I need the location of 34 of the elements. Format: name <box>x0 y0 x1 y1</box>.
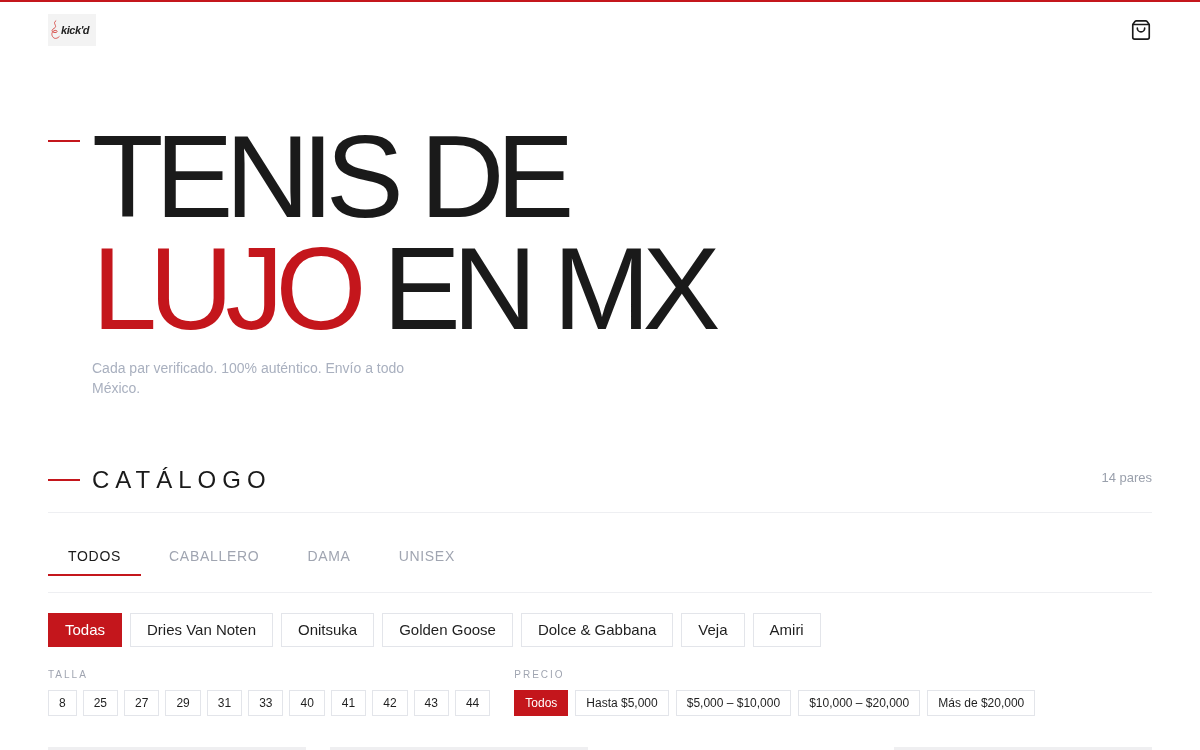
swirl-icon <box>50 19 60 41</box>
shopping-bag-icon[interactable] <box>1130 19 1152 41</box>
filter-chip[interactable]: Más de $20,000 <box>927 690 1036 716</box>
filter-chip[interactable]: 27 <box>124 690 160 716</box>
filter-chip[interactable]: 31 <box>206 690 243 716</box>
filter-chip[interactable]: Hasta $5,000 <box>575 690 669 716</box>
filter-label: TALLA <box>48 668 89 682</box>
filter-chip[interactable]: Todas <box>48 613 123 647</box>
filter-chip[interactable]: $5,000 – $10,000 <box>675 690 792 716</box>
filter-chip[interactable]: $10,000 – $20,000 <box>798 690 921 716</box>
filter-chip[interactable]: Onitsuka <box>281 613 375 647</box>
hero-heading: TENIS DE LUJO EN MX <box>92 121 722 345</box>
section-title: CATÁLOGO <box>92 465 272 495</box>
filter-chip[interactable]: 40 <box>289 690 325 716</box>
logo[interactable]: kick'd <box>48 14 96 46</box>
filter-label: PRECIO <box>514 668 566 682</box>
category-tab[interactable]: TODOS <box>48 537 142 576</box>
filter-chip[interactable]: 44 <box>454 690 491 716</box>
filter-chip[interactable]: 25 <box>82 690 119 716</box>
filter-chip[interactable]: 42 <box>372 690 408 716</box>
filter-chip[interactable]: 8 <box>48 690 77 716</box>
item-count: 14 pares <box>1101 469 1152 488</box>
filter-chip[interactable]: Dolce & Gabbana <box>520 613 674 647</box>
filter-chip[interactable]: 41 <box>330 690 367 716</box>
filter-chip[interactable]: Amiri <box>752 613 821 647</box>
filter-chip[interactable]: Veja <box>681 613 745 647</box>
hero-subtitle: Cada par verificado. 100% auténtico. Envío a todo México. <box>92 359 406 398</box>
filter-chip[interactable]: 33 <box>248 690 284 716</box>
filter-chip[interactable]: Dries Van Noten <box>130 613 273 647</box>
logo-text: kick'd <box>61 24 90 36</box>
filter-chip[interactable]: 43 <box>413 690 449 716</box>
filter-chip[interactable]: Golden Goose <box>382 613 513 647</box>
filter-chip[interactable]: 29 <box>165 690 201 716</box>
filter-chip[interactable]: Todos <box>514 690 569 716</box>
